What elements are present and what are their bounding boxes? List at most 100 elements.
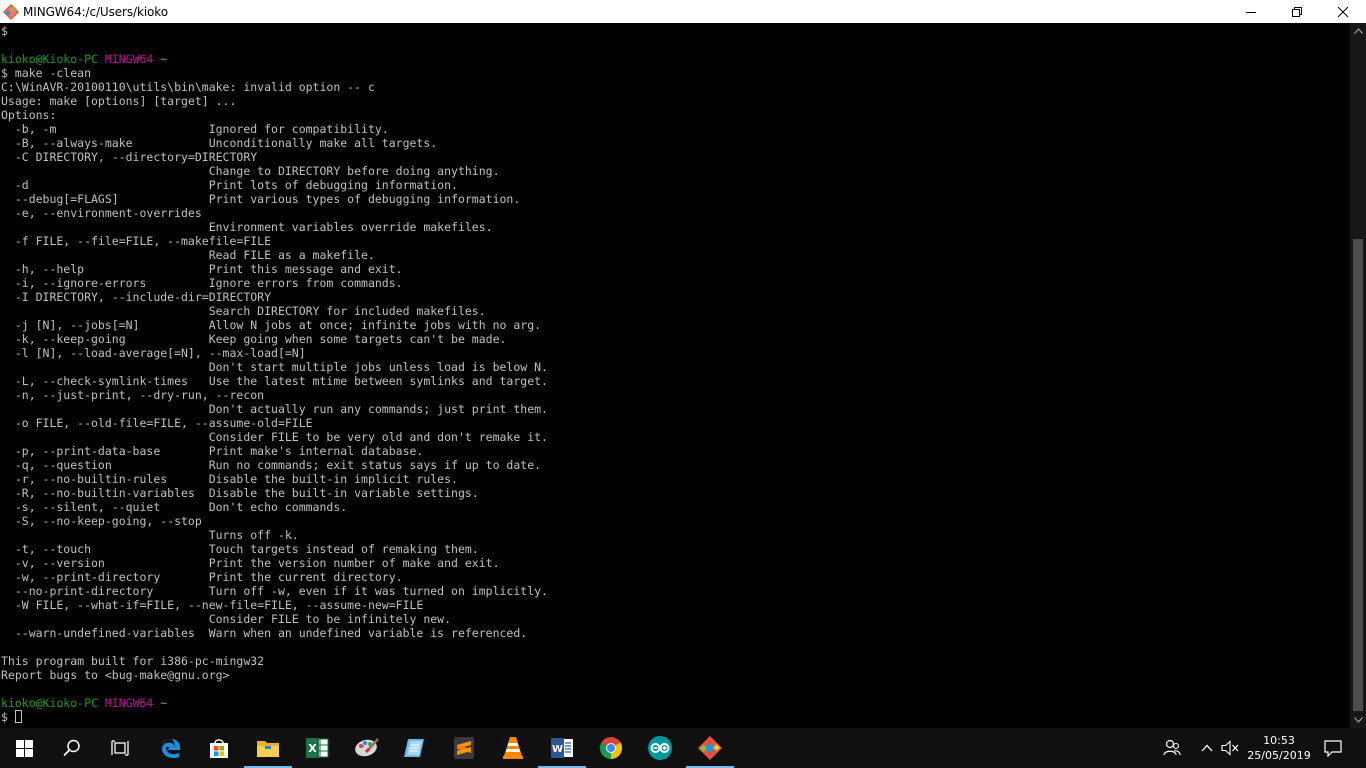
restore-icon (1292, 6, 1302, 17)
word-button[interactable]: W (538, 728, 586, 768)
people-icon (1163, 739, 1181, 756)
output-line: -r, --no-builtin-rules Disable the built… (1, 472, 458, 486)
clock-time: 10:53 (1263, 734, 1295, 747)
volume-muted-icon (1221, 740, 1239, 756)
paint-button[interactable] (343, 728, 391, 768)
prompt-path: ~ (160, 696, 168, 710)
chevron-up-icon (1201, 744, 1213, 752)
chevron-up-icon (1353, 28, 1363, 34)
output-line: --debug[=FLAGS] Print various types of d… (1, 192, 521, 206)
output-line: Turns off -k. (1, 528, 299, 542)
output-line: $ (1, 24, 8, 38)
chevron-down-icon (1353, 717, 1363, 723)
title-bar[interactable]: MINGW64:/c/Users/kioko (0, 0, 1366, 23)
output-line: Consider FILE to be infinitely new. (1, 612, 452, 626)
output-line: This program built for i386-pc-mingw32 (1, 654, 265, 668)
chrome-button[interactable] (587, 728, 635, 768)
notification-icon (1324, 739, 1342, 757)
output-line: Usage: make [options] [target] ... (1, 94, 237, 108)
prompt-user: kioko@Kioko-PC (1, 52, 98, 66)
output-line: Report bugs to <bug-make@gnu.org> (1, 668, 230, 682)
store-button[interactable] (195, 728, 243, 768)
start-button[interactable] (0, 728, 48, 768)
output-line: -p, --print-data-base Print make's inter… (1, 444, 424, 458)
search-icon (63, 739, 80, 757)
prompt-host: MINGW64 (104, 696, 154, 710)
notepad-button[interactable] (390, 728, 438, 768)
store-icon (210, 739, 228, 758)
output-line: Read FILE as a makefile. (1, 248, 375, 262)
scroll-up-button[interactable] (1350, 23, 1366, 39)
output-line: -S, --no-keep-going, --stop (1, 514, 202, 528)
output-line: -o FILE, --old-file=FILE, --assume-old=F… (1, 416, 313, 430)
output-line: Don't start multiple jobs unless load is… (1, 360, 548, 374)
paint-icon (355, 738, 379, 757)
output-line: Don't actually run any commands; just pr… (1, 402, 548, 416)
output-line: -e, --environment-overrides (1, 206, 202, 220)
file-explorer-button[interactable] (244, 728, 292, 768)
output-line: -R, --no-builtin-variables Disable the b… (1, 486, 479, 500)
output-line: -j [N], --jobs[=N] Allow N jobs at once;… (1, 318, 542, 332)
output-line: -l [N], --load-average[=N], --max-load[=… (1, 346, 306, 360)
chrome-icon (600, 737, 622, 759)
output-line: -s, --silent, --quiet Don't echo command… (1, 500, 348, 514)
task-view-button[interactable] (96, 728, 144, 768)
windows-logo-icon (15, 739, 33, 757)
output-line: $ make -clean (1, 66, 92, 80)
minimize-button[interactable] (1228, 0, 1274, 23)
output-line: Consider FILE to be very old and don't r… (1, 430, 548, 444)
people-button[interactable] (1160, 728, 1184, 768)
vlc-icon (503, 737, 523, 759)
output-line: -b, -m Ignored for compatibility. (1, 122, 389, 136)
sublime-button[interactable] (440, 728, 488, 768)
output-line: -W FILE, --what-if=FILE, --new-file=FILE… (1, 598, 424, 612)
action-center-button[interactable] (1318, 728, 1348, 768)
output-line: --no-print-directory Turn off -w, even i… (1, 584, 548, 598)
output-line: -C DIRECTORY, --directory=DIRECTORY (1, 150, 258, 164)
output-line: -k, --keep-going Keep going when some ta… (1, 332, 507, 346)
taskbar: X W 10:53 25/05/2019 (0, 728, 1366, 768)
vertical-scrollbar[interactable] (1350, 23, 1366, 728)
output-line: Search DIRECTORY for included makefiles. (1, 304, 486, 318)
output-line: Environment variables override makefiles… (1, 220, 493, 234)
search-button[interactable] (48, 728, 96, 768)
input-prompt: $ (1, 710, 15, 724)
arduino-button[interactable] (636, 728, 684, 768)
vlc-button[interactable] (489, 728, 537, 768)
git-bash-icon (3, 3, 19, 20)
output-line: -t, --touch Touch targets instead of rem… (1, 542, 479, 556)
output-line: -n, --just-print, --dry-run, --recon (1, 388, 265, 402)
clock-date: 25/05/2019 (1247, 749, 1311, 762)
show-hidden-icons-button[interactable] (1196, 728, 1218, 768)
terminal-output[interactable]: $ kioko@Kioko-PC MINGW64 ~ $ make -clean C:… (0, 23, 1350, 728)
minimize-icon (1246, 11, 1256, 13)
taskbar-clock[interactable]: 10:53 25/05/2019 (1244, 728, 1314, 768)
output-line: -I DIRECTORY, --include-dir=DIRECTORY (1, 290, 272, 304)
excel-button[interactable]: X (293, 728, 341, 768)
prompt-host: MINGW64 (104, 52, 154, 66)
output-line: Options: (1, 108, 57, 122)
close-icon (1338, 6, 1348, 17)
prompt-user: kioko@Kioko-PC (1, 696, 98, 710)
git-bash-button[interactable] (686, 728, 734, 768)
command-input-line[interactable]: $ (1, 710, 548, 724)
output-line: -w, --print-directory Print the current … (1, 570, 403, 584)
scroll-down-button[interactable] (1350, 712, 1366, 728)
output-line: -L, --check-symlink-times Use the latest… (1, 374, 548, 388)
folder-icon (257, 741, 279, 757)
svg-text:X: X (308, 742, 317, 755)
prompt-line: kioko@Kioko-PC MINGW64 ~ (1, 696, 548, 710)
window-title: MINGW64:/c/Users/kioko (23, 4, 168, 19)
window-controls (1228, 0, 1366, 23)
edge-button[interactable] (147, 728, 195, 768)
scroll-thumb[interactable] (1353, 239, 1363, 711)
task-view-icon (111, 740, 129, 756)
volume-button[interactable] (1218, 728, 1242, 768)
terminal-lines: $ kioko@Kioko-PC MINGW64 ~ $ make -clean C:… (1, 24, 548, 724)
restore-button[interactable] (1274, 0, 1320, 23)
edge-icon (161, 739, 181, 759)
close-button[interactable] (1320, 0, 1366, 23)
